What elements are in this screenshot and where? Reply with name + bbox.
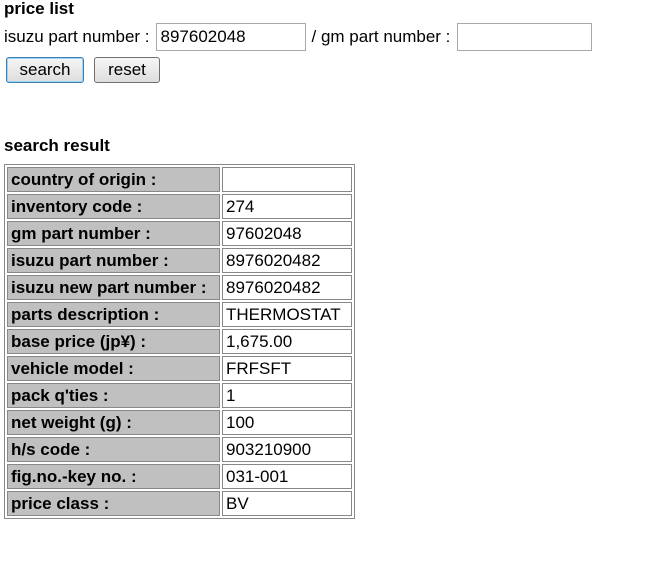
table-row: vehicle model : FRFSFT xyxy=(7,356,352,381)
search-result-heading: search result xyxy=(4,136,110,155)
base-price-value: 1,675.00 xyxy=(222,329,352,354)
reset-button[interactable]: reset xyxy=(94,57,160,83)
gm-part-number-row-value: 97602048 xyxy=(222,221,352,246)
gm-part-number-input[interactable] xyxy=(457,23,593,51)
table-row: base price (jp¥) : 1,675.00 xyxy=(7,329,352,354)
isuzu-part-number-row-label: isuzu part number : xyxy=(7,248,220,273)
search-form: isuzu part number : / gm part number : xyxy=(4,23,593,51)
net-weight-value: 100 xyxy=(222,410,352,435)
fig-key-no-value: 031-001 xyxy=(222,464,352,489)
gm-part-number-label: / gm part number : xyxy=(311,27,451,46)
country-of-origin-label: country of origin : xyxy=(7,167,220,192)
table-row: isuzu new part number : 8976020482 xyxy=(7,275,352,300)
base-price-label: base price (jp¥) : xyxy=(7,329,220,354)
vehicle-model-label: vehicle model : xyxy=(7,356,220,381)
isuzu-part-number-label: isuzu part number : xyxy=(4,27,150,46)
parts-description-label: parts description : xyxy=(7,302,220,327)
country-of-origin-value xyxy=(222,167,352,192)
table-row: h/s code : 903210900 xyxy=(7,437,352,462)
isuzu-new-part-number-label: isuzu new part number : xyxy=(7,275,220,300)
table-row: gm part number : 97602048 xyxy=(7,221,352,246)
search-result-table: country of origin : inventory code : 274… xyxy=(4,164,355,519)
net-weight-label: net weight (g) : xyxy=(7,410,220,435)
fig-key-no-label: fig.no.-key no. : xyxy=(7,464,220,489)
table-row: isuzu part number : 8976020482 xyxy=(7,248,352,273)
inventory-code-label: inventory code : xyxy=(7,194,220,219)
table-row: fig.no.-key no. : 031-001 xyxy=(7,464,352,489)
hs-code-value: 903210900 xyxy=(222,437,352,462)
search-button[interactable]: search xyxy=(6,57,84,83)
inventory-code-value: 274 xyxy=(222,194,352,219)
price-class-value: BV xyxy=(222,491,352,516)
isuzu-new-part-number-value: 8976020482 xyxy=(222,275,352,300)
gm-part-number-row-label: gm part number : xyxy=(7,221,220,246)
parts-description-value: THERMOSTAT xyxy=(222,302,352,327)
vehicle-model-value: FRFSFT xyxy=(222,356,352,381)
table-row: net weight (g) : 100 xyxy=(7,410,352,435)
pack-qties-value: 1 xyxy=(222,383,352,408)
pack-qties-label: pack q'ties : xyxy=(7,383,220,408)
table-row: parts description : THERMOSTAT xyxy=(7,302,352,327)
table-row: country of origin : xyxy=(7,167,352,192)
isuzu-part-number-row-value: 8976020482 xyxy=(222,248,352,273)
table-row: pack q'ties : 1 xyxy=(7,383,352,408)
price-class-label: price class : xyxy=(7,491,220,516)
hs-code-label: h/s code : xyxy=(7,437,220,462)
table-row: inventory code : 274 xyxy=(7,194,352,219)
table-row: price class : BV xyxy=(7,491,352,516)
isuzu-part-number-input[interactable] xyxy=(155,23,306,51)
page-title: price list xyxy=(4,0,74,18)
